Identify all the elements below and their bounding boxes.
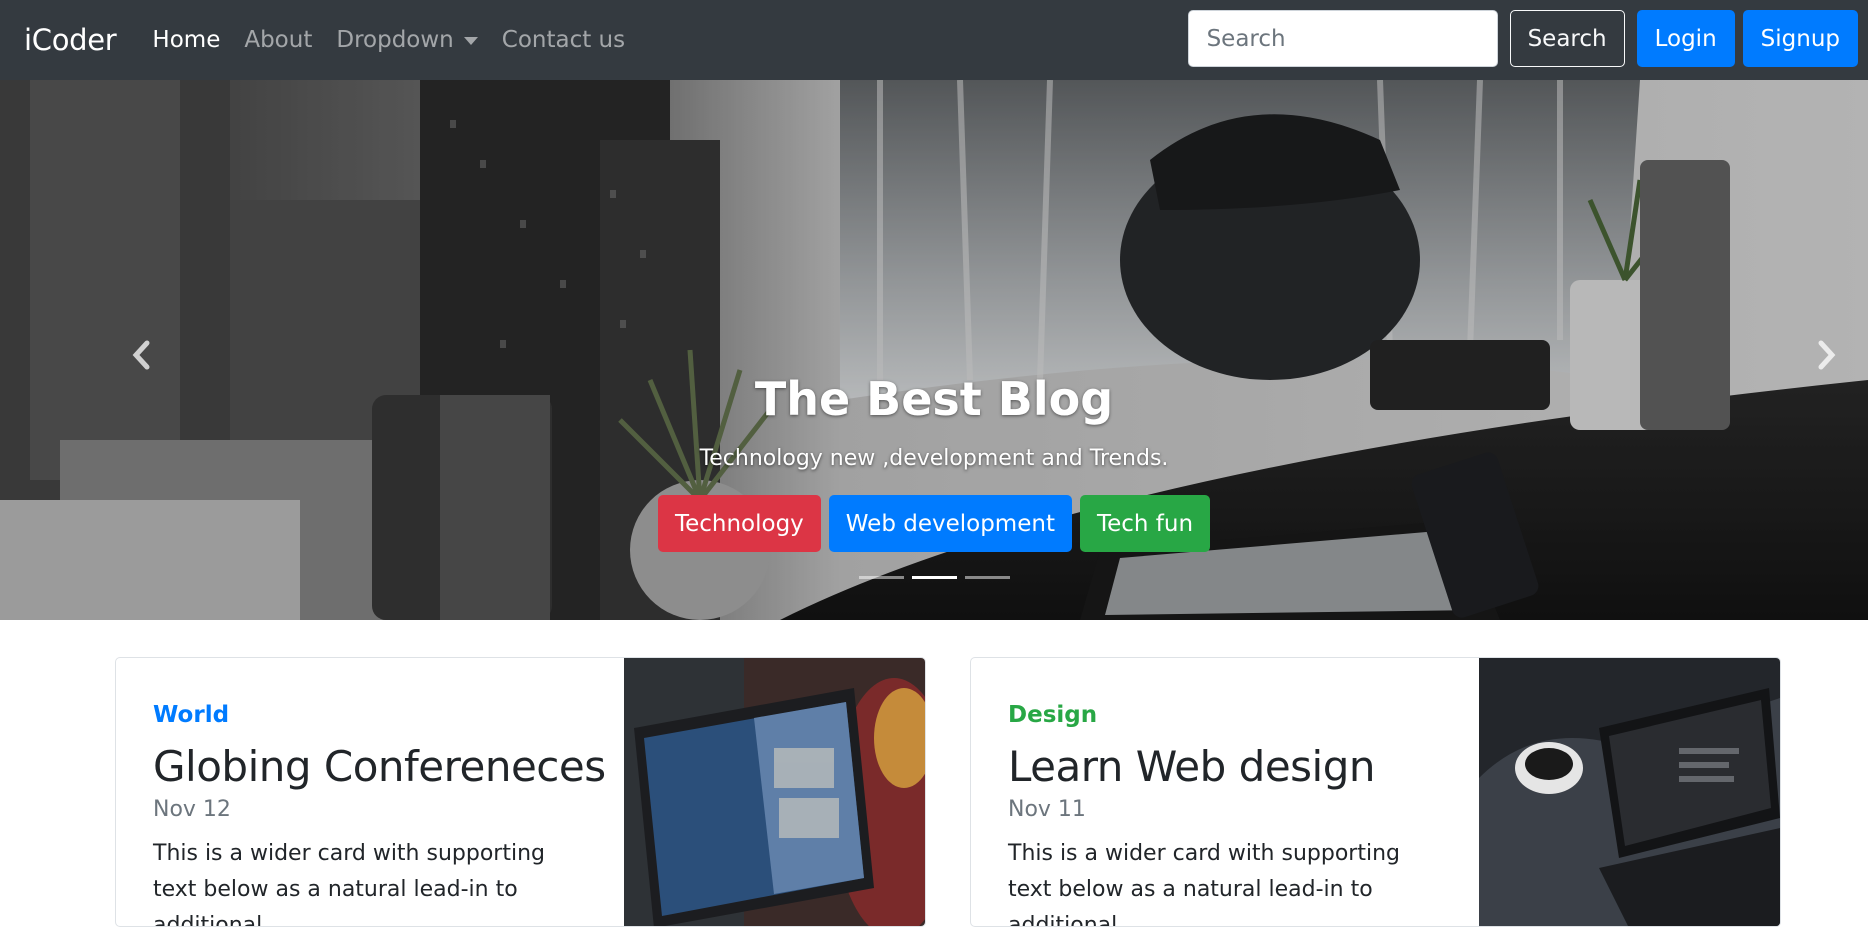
search-form: Search Login Signup bbox=[1187, 10, 1858, 67]
blog-card-world: World Globing Confereneces Nov 12 This i… bbox=[115, 657, 926, 927]
login-button[interactable]: Login bbox=[1636, 10, 1735, 67]
card-body: World Globing Confereneces Nov 12 This i… bbox=[153, 658, 613, 927]
carousel-buttons: Technology Web development Tech fun bbox=[0, 495, 1868, 552]
card-text: This is a wider card with supporting tex… bbox=[153, 841, 545, 927]
caret-down-icon bbox=[463, 37, 478, 45]
nav-dropdown[interactable]: Dropdown bbox=[336, 27, 478, 53]
chevron-left-icon bbox=[132, 340, 150, 370]
nav-home[interactable]: Home bbox=[152, 27, 220, 53]
card-image-laptop bbox=[624, 658, 925, 926]
carousel-next-control[interactable] bbox=[1806, 335, 1846, 375]
carousel-prev-control[interactable] bbox=[122, 335, 162, 375]
carousel-title: The Best Blog bbox=[754, 372, 1114, 426]
search-input[interactable] bbox=[1187, 10, 1498, 67]
web-development-button[interactable]: Web development bbox=[828, 495, 1072, 552]
card-date: Nov 11 bbox=[1008, 797, 1086, 822]
card-title: Globing Confereneces bbox=[153, 742, 606, 791]
nav-about[interactable]: About bbox=[244, 27, 312, 53]
card-body: Design Learn Web design Nov 11 This is a… bbox=[1008, 658, 1468, 927]
chevron-right-icon bbox=[1818, 340, 1836, 370]
carousel-indicators bbox=[0, 576, 1868, 579]
brand-logo[interactable]: iCoder bbox=[24, 23, 117, 57]
card-category: Design bbox=[1008, 702, 1098, 728]
card-date: Nov 12 bbox=[153, 797, 231, 822]
carousel-indicator-1[interactable] bbox=[858, 576, 904, 579]
carousel-indicator-3[interactable] bbox=[964, 576, 1010, 579]
blog-card-design: Design Learn Web design Nov 11 This is a… bbox=[970, 657, 1781, 927]
carousel-subtitle: Technology new ,development and Trends. bbox=[699, 446, 1169, 471]
card-title: Learn Web design bbox=[1008, 742, 1376, 791]
card-text: This is a wider card with supporting tex… bbox=[1008, 841, 1400, 927]
card-category: World bbox=[153, 702, 230, 728]
navbar: iCoder Home About Dropdown Contact us Se… bbox=[0, 0, 1868, 80]
hero-carousel: The Best Blog Technology new ,developmen… bbox=[0, 80, 1868, 620]
carousel-indicator-2[interactable] bbox=[911, 576, 957, 579]
nav-contact[interactable]: Contact us bbox=[502, 27, 625, 53]
tech-fun-button[interactable]: Tech fun bbox=[1079, 495, 1211, 552]
nav-dropdown-label: Dropdown bbox=[336, 27, 454, 53]
carousel-caption: The Best Blog Technology new ,developmen… bbox=[0, 372, 1868, 552]
technology-button[interactable]: Technology bbox=[657, 495, 821, 552]
search-button[interactable]: Search bbox=[1509, 10, 1625, 67]
card-image-laptop-coffee bbox=[1479, 658, 1780, 926]
signup-button[interactable]: Signup bbox=[1742, 10, 1858, 67]
